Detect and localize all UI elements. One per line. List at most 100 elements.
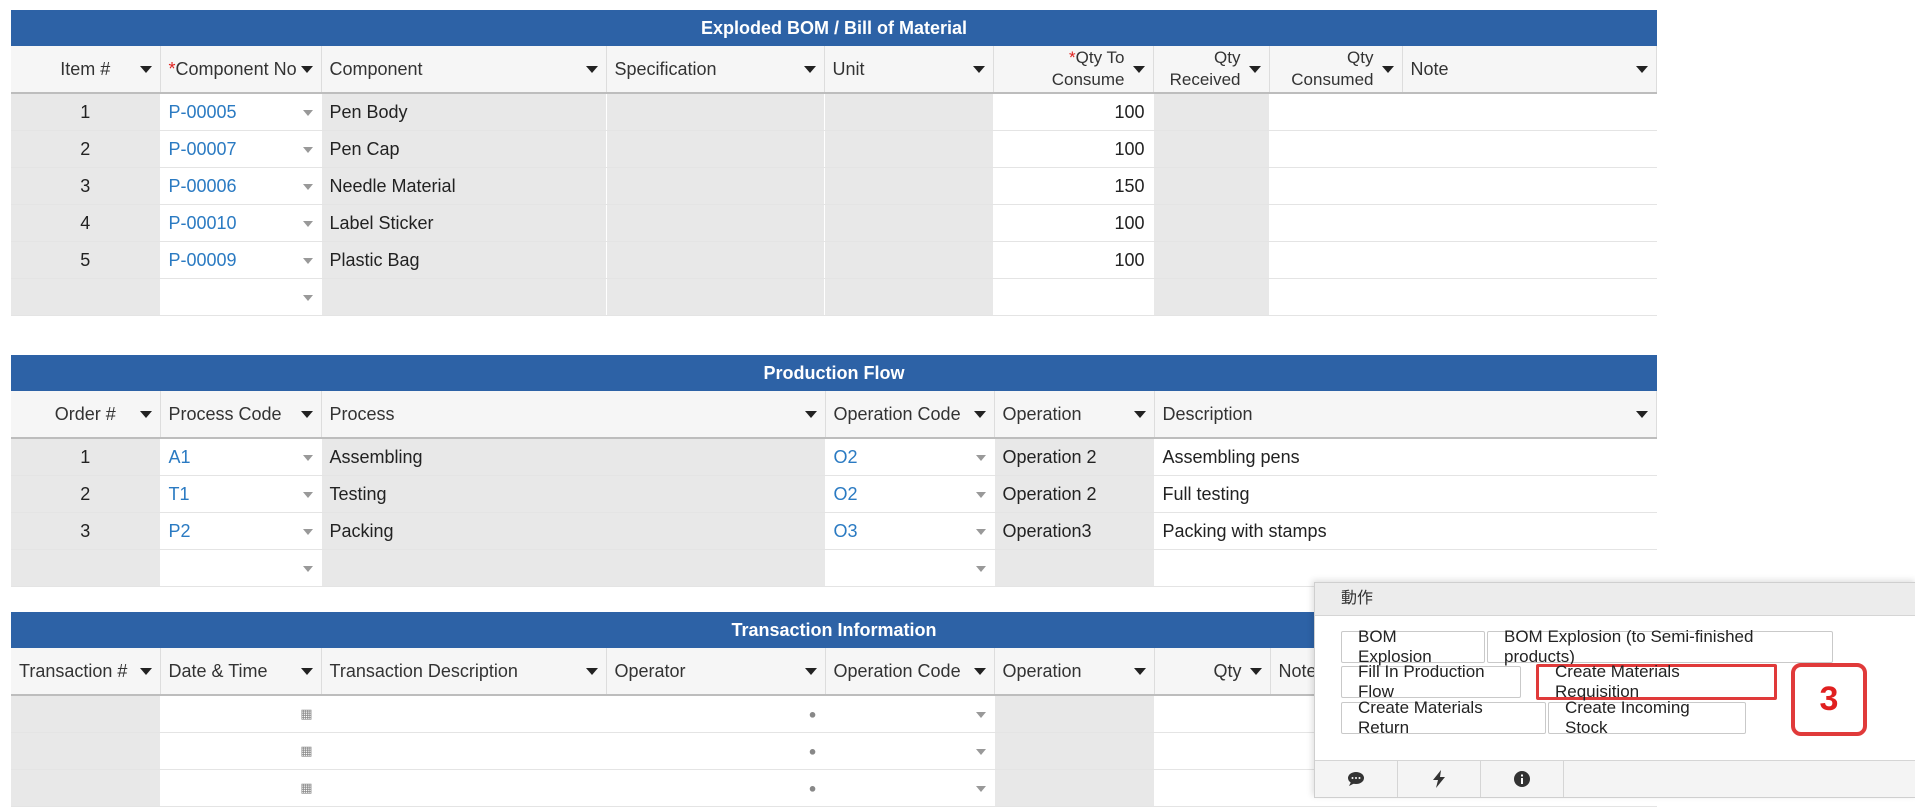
chevron-down-icon[interactable] — [300, 66, 313, 73]
component-no-cell[interactable]: P-00010 — [160, 204, 322, 242]
note-cell[interactable] — [1402, 167, 1657, 205]
date-time-cell[interactable]: ▦ — [160, 732, 322, 770]
description-cell[interactable] — [1154, 549, 1657, 587]
col-operation[interactable]: Operation — [994, 391, 1155, 439]
qty-to-consume-cell[interactable]: 150 — [993, 167, 1154, 205]
dropdown-icon[interactable] — [975, 712, 986, 718]
bom-explosion-button[interactable]: BOM Explosion — [1341, 627, 1485, 666]
lightning-icon[interactable] — [1398, 761, 1481, 797]
dropdown-icon[interactable] — [975, 786, 986, 792]
chevron-down-icon[interactable] — [300, 411, 313, 418]
date-time-cell[interactable]: ▦ — [160, 769, 322, 807]
dropdown-icon[interactable] — [302, 110, 313, 116]
chevron-down-icon[interactable] — [803, 66, 816, 73]
operation-code-cell[interactable] — [825, 769, 995, 807]
component-no-link[interactable]: P-00006 — [169, 176, 237, 196]
create-materials-requisition-button[interactable]: Create Materials Requisition — [1536, 662, 1777, 701]
dropdown-icon[interactable] — [302, 455, 313, 461]
operation-code-cell[interactable] — [825, 549, 995, 587]
col-item-number[interactable]: Item # — [11, 46, 161, 94]
col-qty-to-consume[interactable]: *Qty To Consume — [993, 46, 1154, 94]
operator-cell[interactable]: ● — [606, 732, 826, 770]
operator-cell[interactable]: ● — [606, 695, 826, 733]
calendar-icon[interactable]: ▦ — [300, 743, 312, 759]
col-component-no[interactable]: *Component No — [160, 46, 322, 94]
qty-to-consume-cell[interactable]: 100 — [993, 241, 1154, 279]
process-code-link[interactable]: T1 — [169, 484, 190, 504]
note-cell[interactable] — [1402, 241, 1657, 279]
component-no-cell[interactable]: P-00006 — [160, 167, 322, 205]
qty-to-consume-cell[interactable]: 100 — [993, 93, 1154, 131]
operator-cell[interactable]: ● — [606, 769, 826, 807]
col-component[interactable]: Component — [321, 46, 607, 94]
dropdown-icon[interactable] — [975, 529, 986, 535]
user-icon[interactable]: ● — [809, 781, 817, 796]
process-code-cell[interactable]: T1 — [160, 475, 322, 513]
col-transaction-description[interactable]: Transaction Description — [321, 648, 607, 696]
transaction-description-cell[interactable] — [321, 695, 607, 733]
calendar-icon[interactable]: ▦ — [300, 706, 312, 722]
chevron-down-icon[interactable] — [1636, 66, 1648, 73]
description-cell[interactable]: Full testing — [1154, 475, 1657, 513]
qty-to-consume-cell[interactable]: 100 — [993, 204, 1154, 242]
chevron-down-icon[interactable] — [1133, 411, 1146, 418]
col-process-code[interactable]: Process Code — [160, 391, 322, 439]
user-icon[interactable]: ● — [809, 744, 817, 759]
create-materials-return-button[interactable]: Create Materials Return — [1341, 698, 1546, 737]
col-qty[interactable]: Qty — [1154, 648, 1271, 696]
description-cell[interactable]: Packing with stamps — [1154, 512, 1657, 550]
chevron-down-icon[interactable] — [1248, 66, 1261, 73]
dropdown-icon[interactable] — [302, 566, 313, 572]
qty-cell[interactable] — [1154, 769, 1271, 807]
process-code-link[interactable]: P2 — [169, 521, 191, 541]
process-code-link[interactable]: A1 — [169, 447, 191, 467]
chevron-down-icon[interactable] — [972, 66, 985, 73]
chevron-down-icon[interactable] — [1249, 668, 1262, 675]
chevron-down-icon[interactable] — [1133, 668, 1146, 675]
description-cell[interactable]: Assembling pens — [1154, 438, 1657, 476]
date-time-cell[interactable]: ▦ — [160, 695, 322, 733]
dropdown-icon[interactable] — [302, 184, 313, 190]
qty-consumed-cell[interactable] — [1269, 241, 1403, 279]
chevron-down-icon[interactable] — [139, 66, 152, 73]
chevron-down-icon[interactable] — [973, 411, 986, 418]
component-no-cell[interactable] — [160, 278, 322, 316]
col-operation-code[interactable]: Operation Code — [825, 391, 995, 439]
component-no-cell[interactable]: P-00005 — [160, 93, 322, 131]
note-cell[interactable] — [1402, 93, 1657, 131]
col-operation-code[interactable]: Operation Code — [825, 648, 995, 696]
chevron-down-icon[interactable] — [1132, 66, 1145, 73]
dropdown-icon[interactable] — [302, 492, 313, 498]
col-operator[interactable]: Operator — [606, 648, 826, 696]
comment-icon[interactable] — [1315, 761, 1398, 797]
qty-consumed-cell[interactable] — [1269, 204, 1403, 242]
qty-consumed-cell[interactable] — [1269, 130, 1403, 168]
dropdown-icon[interactable] — [975, 566, 986, 572]
chevron-down-icon[interactable] — [139, 411, 152, 418]
process-code-cell[interactable]: P2 — [160, 512, 322, 550]
col-description[interactable]: Description — [1154, 391, 1657, 439]
qty-cell[interactable] — [1154, 695, 1271, 733]
dropdown-icon[interactable] — [975, 455, 986, 461]
dropdown-icon[interactable] — [975, 749, 986, 755]
col-process[interactable]: Process — [321, 391, 826, 439]
col-specification[interactable]: Specification — [606, 46, 825, 94]
qty-consumed-cell[interactable] — [1269, 278, 1403, 316]
process-code-cell[interactable]: A1 — [160, 438, 322, 476]
operation-code-cell[interactable]: O2 — [825, 475, 995, 513]
qty-cell[interactable] — [1154, 732, 1271, 770]
operation-code-link[interactable]: O2 — [834, 447, 858, 467]
qty-to-consume-cell[interactable] — [993, 278, 1154, 316]
dropdown-icon[interactable] — [302, 258, 313, 264]
calendar-icon[interactable]: ▦ — [300, 780, 312, 796]
chevron-down-icon[interactable] — [300, 668, 313, 675]
component-no-cell[interactable]: P-00009 — [160, 241, 322, 279]
chevron-down-icon[interactable] — [1381, 66, 1394, 73]
operation-code-link[interactable]: O3 — [834, 521, 858, 541]
qty-consumed-cell[interactable] — [1269, 93, 1403, 131]
col-order-number[interactable]: Order # — [11, 391, 161, 439]
transaction-description-cell[interactable] — [321, 732, 607, 770]
component-no-link[interactable]: P-00005 — [169, 102, 237, 122]
bom-explosion-semi-button[interactable]: BOM Explosion (to Semi-finished products… — [1487, 627, 1833, 666]
operation-code-cell[interactable]: O3 — [825, 512, 995, 550]
